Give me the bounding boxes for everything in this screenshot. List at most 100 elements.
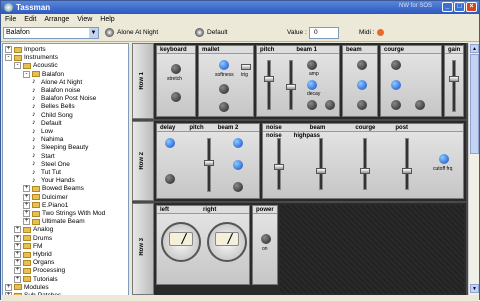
row-3: Row 3 left right power on: [132, 203, 466, 295]
chevron-down-icon: ▼: [89, 28, 98, 38]
beam-decay-knob[interactable]: [357, 80, 367, 90]
row-1-handle[interactable]: Row 1: [132, 43, 154, 119]
stretch-knob[interactable]: [171, 64, 181, 74]
module-courge: courge: [380, 45, 442, 117]
noise-slider-handle[interactable]: [274, 164, 284, 170]
softness-knob[interactable]: [219, 60, 229, 70]
module-mallet-title: mallet: [199, 46, 253, 54]
menu-arrange[interactable]: Arrange: [40, 16, 73, 23]
beam-amp-knob[interactable]: [357, 60, 367, 70]
collapse-icon[interactable]: -: [14, 62, 21, 70]
close-button[interactable]: ×: [466, 2, 477, 12]
folder-icon: [32, 218, 40, 225]
power-switch[interactable]: [261, 234, 271, 244]
courge-decay-knob[interactable]: [391, 80, 401, 90]
expand-icon[interactable]: +: [23, 201, 30, 209]
expand-icon[interactable]: +: [14, 251, 21, 258]
beam2-decay-knob[interactable]: [233, 160, 243, 170]
status-bar: [1, 295, 479, 301]
power-title: power: [253, 206, 277, 214]
minimize-button[interactable]: _: [442, 2, 453, 12]
maximize-button[interactable]: □: [454, 2, 465, 12]
expand-icon[interactable]: +: [14, 259, 21, 267]
courge-mod-knob[interactable]: [391, 100, 401, 110]
pitch-slider-handle[interactable]: [264, 76, 274, 82]
folder-icon: [32, 202, 40, 209]
vertical-scrollbar[interactable]: ▲ ▼: [468, 43, 479, 295]
preset-note-icon: ♪: [32, 135, 36, 143]
folder-icon: [23, 226, 31, 233]
instrument-select[interactable]: Balafon ▼: [3, 27, 99, 39]
mallet-knob-3[interactable]: [219, 102, 229, 112]
delay-knob-2[interactable]: [165, 174, 175, 184]
courge-damping-knob[interactable]: [415, 100, 425, 110]
decay-knob[interactable]: [307, 80, 317, 90]
menu-file[interactable]: File: [1, 16, 20, 23]
patch-tree: + Imports - Instruments - Acoustic - Balafon ♪ Al…: [2, 43, 129, 301]
amp-knob[interactable]: [307, 60, 317, 70]
expand-icon[interactable]: +: [14, 226, 21, 234]
beam1-slider-handle[interactable]: [286, 84, 296, 90]
expand-icon[interactable]: +: [14, 267, 21, 275]
menu-edit[interactable]: Edit: [20, 16, 40, 23]
module-keyboard: keyboard stretch: [156, 45, 196, 117]
beam2-mod-knob[interactable]: [233, 182, 243, 192]
collapse-icon[interactable]: -: [23, 70, 30, 78]
courge-amp-knob[interactable]: [391, 60, 401, 70]
expand-icon[interactable]: +: [14, 234, 21, 242]
expand-icon[interactable]: +: [14, 242, 21, 250]
expand-icon[interactable]: +: [23, 210, 30, 217]
trig-button[interactable]: [241, 64, 251, 70]
cutoff-knob[interactable]: [439, 154, 449, 164]
trig-label: trig: [241, 72, 248, 78]
module-pitch-beam1: pitch beam 1 amp decay: [256, 45, 340, 117]
scroll-thumb[interactable]: [470, 54, 479, 154]
amp-label: amp: [309, 71, 319, 77]
preset-note-icon: ♪: [32, 143, 36, 151]
menu-view[interactable]: View: [73, 16, 96, 23]
row-2-handle[interactable]: Row 2: [132, 121, 154, 201]
mallet-knob-2[interactable]: [219, 84, 229, 94]
row-1-label: Row 1: [139, 72, 145, 90]
scroll-up-icon[interactable]: ▲: [470, 44, 479, 53]
preset-radio-icon[interactable]: [105, 28, 114, 37]
preset2-radio-icon[interactable]: [195, 28, 204, 37]
module-levels: left right: [156, 205, 250, 285]
softness-label: softness: [215, 72, 234, 78]
courge2-slider-handle[interactable]: [360, 168, 370, 174]
delay-title: delay: [160, 125, 176, 131]
post-noise-title: post noise: [266, 125, 409, 139]
post-noise-slider-handle[interactable]: [402, 168, 412, 174]
courge2-title: courge: [355, 125, 376, 131]
right-vu-meter: [207, 222, 247, 262]
value-field[interactable]: 0: [309, 27, 339, 39]
expand-icon[interactable]: +: [14, 275, 21, 283]
instrument-rack: Row 1 keyboard stretch mallet softness t…: [132, 43, 468, 295]
beam2-amp-knob[interactable]: [233, 138, 243, 148]
row-2-label: Row 2: [139, 152, 145, 170]
collapse-icon[interactable]: -: [5, 54, 12, 62]
module-pitch-title: pitch beam 1: [257, 46, 339, 54]
pitch2-slider-handle[interactable]: [204, 160, 214, 166]
expand-icon[interactable]: +: [23, 193, 30, 201]
delay-knob[interactable]: [165, 138, 175, 148]
menu-help[interactable]: Help: [96, 16, 118, 23]
row-3-handle[interactable]: Row 3: [132, 203, 154, 295]
keyboard-knob-2[interactable]: [171, 92, 181, 102]
expand-icon[interactable]: +: [23, 185, 30, 193]
beam3-slider-handle[interactable]: [316, 168, 326, 174]
module-power: power on: [252, 205, 278, 285]
scroll-down-icon[interactable]: ▼: [470, 284, 479, 293]
gain-slider-handle[interactable]: [449, 76, 459, 82]
expand-icon[interactable]: +: [5, 46, 12, 53]
damping-knob[interactable]: [325, 100, 335, 110]
folder-icon: [14, 284, 22, 291]
mod-knob[interactable]: [307, 100, 317, 110]
folder-icon: [23, 267, 31, 274]
beam2-title: beam 2: [217, 125, 239, 131]
gain-slider-track: [452, 60, 456, 112]
expand-icon[interactable]: +: [23, 218, 30, 226]
folder-icon: [32, 71, 40, 78]
beam-mod-knob[interactable]: [357, 100, 367, 110]
expand-icon[interactable]: +: [5, 283, 12, 291]
